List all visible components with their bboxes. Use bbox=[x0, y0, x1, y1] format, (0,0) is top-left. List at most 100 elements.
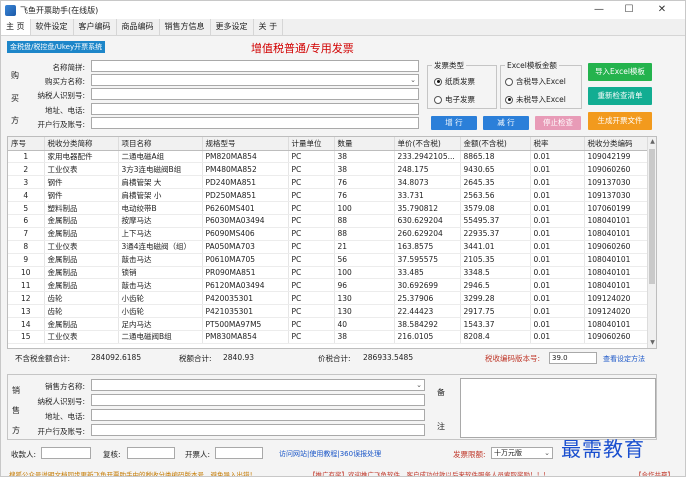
table-cell[interactable]: 109060260 bbox=[584, 330, 649, 344]
table-cell[interactable]: 8 bbox=[8, 240, 45, 254]
settings-method-link[interactable]: 查看设定方法 bbox=[603, 354, 645, 364]
table-row[interactable]: 8 工业仪表 3通4连电磁阀（组） PA050MA703 PC 21 163.8575 344… bbox=[8, 240, 649, 254]
table-cell[interactable]: 敲击马达 bbox=[118, 253, 203, 267]
table-row[interactable]: 5 塑料制品 电动绞带B P6260MS401 PC 100 35.790812 3579.0… bbox=[8, 201, 649, 215]
table-cell[interactable]: 齿轮 bbox=[44, 304, 119, 319]
maximize-button[interactable]: ☐ bbox=[614, 1, 644, 19]
table-cell[interactable]: 工业仪表 bbox=[44, 330, 119, 344]
table-cell[interactable]: 5 bbox=[8, 201, 45, 215]
buyer-tax-id-input[interactable] bbox=[91, 88, 419, 100]
table-cell[interactable]: 109137030 bbox=[584, 188, 649, 203]
table-cell[interactable]: 金属制品 bbox=[44, 227, 119, 241]
table-cell[interactable]: 14 bbox=[8, 317, 45, 331]
table-cell[interactable]: 108040101 bbox=[584, 253, 649, 267]
table-cell[interactable]: 76 bbox=[334, 175, 395, 190]
buyer-name-select[interactable]: ⌄ bbox=[91, 74, 419, 86]
invoice-limit-select[interactable]: 十万元版 ⌄ bbox=[491, 447, 553, 459]
table-cell[interactable]: 上下马达 bbox=[118, 227, 203, 241]
table-cell[interactable]: 0.01 bbox=[530, 162, 585, 177]
table-cell[interactable]: 21 bbox=[334, 240, 395, 254]
table-cell[interactable]: 13 bbox=[8, 304, 45, 319]
table-cell[interactable]: 8208.4 bbox=[460, 330, 531, 344]
table-cell[interactable]: 2563.56 bbox=[460, 188, 531, 203]
code-version-input[interactable]: 39.0 bbox=[549, 352, 597, 364]
table-cell[interactable]: P6090MS406 bbox=[202, 227, 289, 241]
table-cell[interactable]: 0.01 bbox=[530, 304, 585, 319]
table-cell[interactable]: PA050MA703 bbox=[202, 240, 289, 254]
table-cell[interactable]: 109060260 bbox=[584, 162, 649, 177]
column-header[interactable]: 金额(不含税) bbox=[460, 137, 531, 151]
table-cell[interactable]: 按摩马达 bbox=[118, 214, 203, 228]
table-cell[interactable]: PT500MA97M5 bbox=[202, 317, 289, 331]
table-cell[interactable]: PM830MA854 bbox=[202, 330, 289, 344]
table-cell[interactable]: 260.629204 bbox=[394, 227, 461, 241]
column-header[interactable]: 项目名称 bbox=[118, 137, 203, 151]
table-cell[interactable]: 足内马达 bbox=[118, 317, 203, 331]
table-cell[interactable]: 0.01 bbox=[530, 330, 585, 344]
table-row[interactable]: 9 金属制品 敲击马达 P0610MA705 PC 56 37.595575 2105.35 0… bbox=[8, 253, 649, 267]
table-cell[interactable]: 小齿轮 bbox=[118, 304, 203, 319]
table-cell[interactable]: 38 bbox=[334, 150, 395, 164]
table-row[interactable]: 11 金属制品 敲击马达 P6120MA03494 PC 96 30.692699 2946.… bbox=[8, 278, 649, 293]
invoice-type-paper-radio[interactable]: 纸质发票 bbox=[434, 76, 475, 87]
table-cell[interactable]: 12 bbox=[8, 291, 45, 306]
table-cell[interactable]: 130 bbox=[334, 304, 395, 319]
table-row[interactable]: 2 工业仪表 3方3连电磁阀B组 PM480MA852 PC 38 248.175 9430.… bbox=[8, 162, 649, 177]
table-cell[interactable]: 9430.65 bbox=[460, 162, 531, 177]
table-cell[interactable]: 55495.37 bbox=[460, 214, 531, 228]
table-cell[interactable]: PC bbox=[288, 175, 335, 190]
minimize-button[interactable]: — bbox=[584, 1, 614, 19]
column-header[interactable]: 税收分类编码 bbox=[584, 137, 649, 151]
table-cell[interactable]: 163.8575 bbox=[394, 240, 461, 254]
table-cell[interactable]: 钢件 bbox=[44, 175, 119, 190]
payee-input[interactable] bbox=[41, 447, 91, 459]
table-cell[interactable]: 工业仪表 bbox=[44, 162, 119, 177]
generate-file-button[interactable]: 生成开票文件 bbox=[588, 112, 652, 130]
table-cell[interactable]: PM480MA852 bbox=[202, 162, 289, 177]
table-cell[interactable]: 0.01 bbox=[530, 175, 585, 190]
chevron-down-icon[interactable]: ⌄ bbox=[416, 380, 422, 390]
table-cell[interactable]: PC bbox=[288, 304, 335, 319]
recheck-list-button[interactable]: 重新检查清单 bbox=[588, 87, 652, 105]
table-row[interactable]: 10 金属制品 锁销 PR090MA851 PC 100 33.485 3348.5 0.01 1… bbox=[8, 266, 649, 280]
table-cell[interactable]: 109124020 bbox=[584, 291, 649, 306]
menu-home[interactable]: 主 页 bbox=[1, 19, 31, 35]
seller-tax-id-input[interactable] bbox=[91, 394, 425, 406]
table-cell[interactable]: 38.584292 bbox=[394, 317, 461, 331]
table-cell[interactable]: 88 bbox=[334, 227, 395, 241]
buyer-address-input[interactable] bbox=[91, 103, 419, 115]
table-cell[interactable]: 塑料制品 bbox=[44, 201, 119, 215]
table-cell[interactable]: 22935.37 bbox=[460, 227, 531, 241]
table-cell[interactable]: 216.0105 bbox=[394, 330, 461, 344]
table-cell[interactable]: PR090MA851 bbox=[202, 266, 289, 280]
remark-textarea[interactable] bbox=[460, 378, 656, 438]
table-cell[interactable]: 3299.28 bbox=[460, 291, 531, 306]
excel-tax-excluded-radio[interactable]: 未税导入Excel bbox=[505, 94, 566, 105]
menu-customer-codes[interactable]: 客户编码 bbox=[74, 19, 117, 35]
table-cell[interactable]: 金属制品 bbox=[44, 317, 119, 331]
table-cell[interactable]: 25.37906 bbox=[394, 291, 461, 306]
table-cell[interactable]: 96 bbox=[334, 278, 395, 293]
column-header[interactable]: 序号 bbox=[8, 137, 45, 151]
table-cell[interactable]: 肩横管架 大 bbox=[118, 175, 203, 190]
table-cell[interactable]: 11 bbox=[8, 278, 45, 293]
excel-tax-included-radio[interactable]: 含税导入Excel bbox=[505, 76, 566, 87]
table-cell[interactable]: 109124020 bbox=[584, 304, 649, 319]
table-cell[interactable]: P420035301 bbox=[202, 291, 289, 306]
column-header[interactable]: 数量 bbox=[334, 137, 395, 151]
table-cell[interactable]: 3 bbox=[8, 175, 45, 190]
table-cell[interactable]: 电动绞带B bbox=[118, 201, 203, 215]
table-cell[interactable]: 金属制品 bbox=[44, 214, 119, 228]
table-cell[interactable]: 107060199 bbox=[584, 201, 649, 215]
items-table[interactable]: 序号 税收分类简称 项目名称 规格型号 计量单位 数量 单价(不含税) 金额(不含税) 税率 税收… bbox=[7, 136, 657, 349]
table-cell[interactable]: PC bbox=[288, 214, 335, 228]
table-cell[interactable]: 1 bbox=[8, 150, 45, 164]
scrollbar-thumb[interactable] bbox=[649, 149, 655, 284]
table-row[interactable]: 7 金属制品 上下马达 P6090MS406 PC 88 260.629204 22935.3… bbox=[8, 227, 649, 241]
table-cell[interactable]: 二通电磁阀B组 bbox=[118, 330, 203, 344]
table-cell[interactable]: 100 bbox=[334, 266, 395, 280]
table-cell[interactable]: PC bbox=[288, 240, 335, 254]
table-cell[interactable]: 3579.08 bbox=[460, 201, 531, 215]
table-cell[interactable]: 38 bbox=[334, 330, 395, 344]
table-cell[interactable]: 37.595575 bbox=[394, 253, 461, 267]
